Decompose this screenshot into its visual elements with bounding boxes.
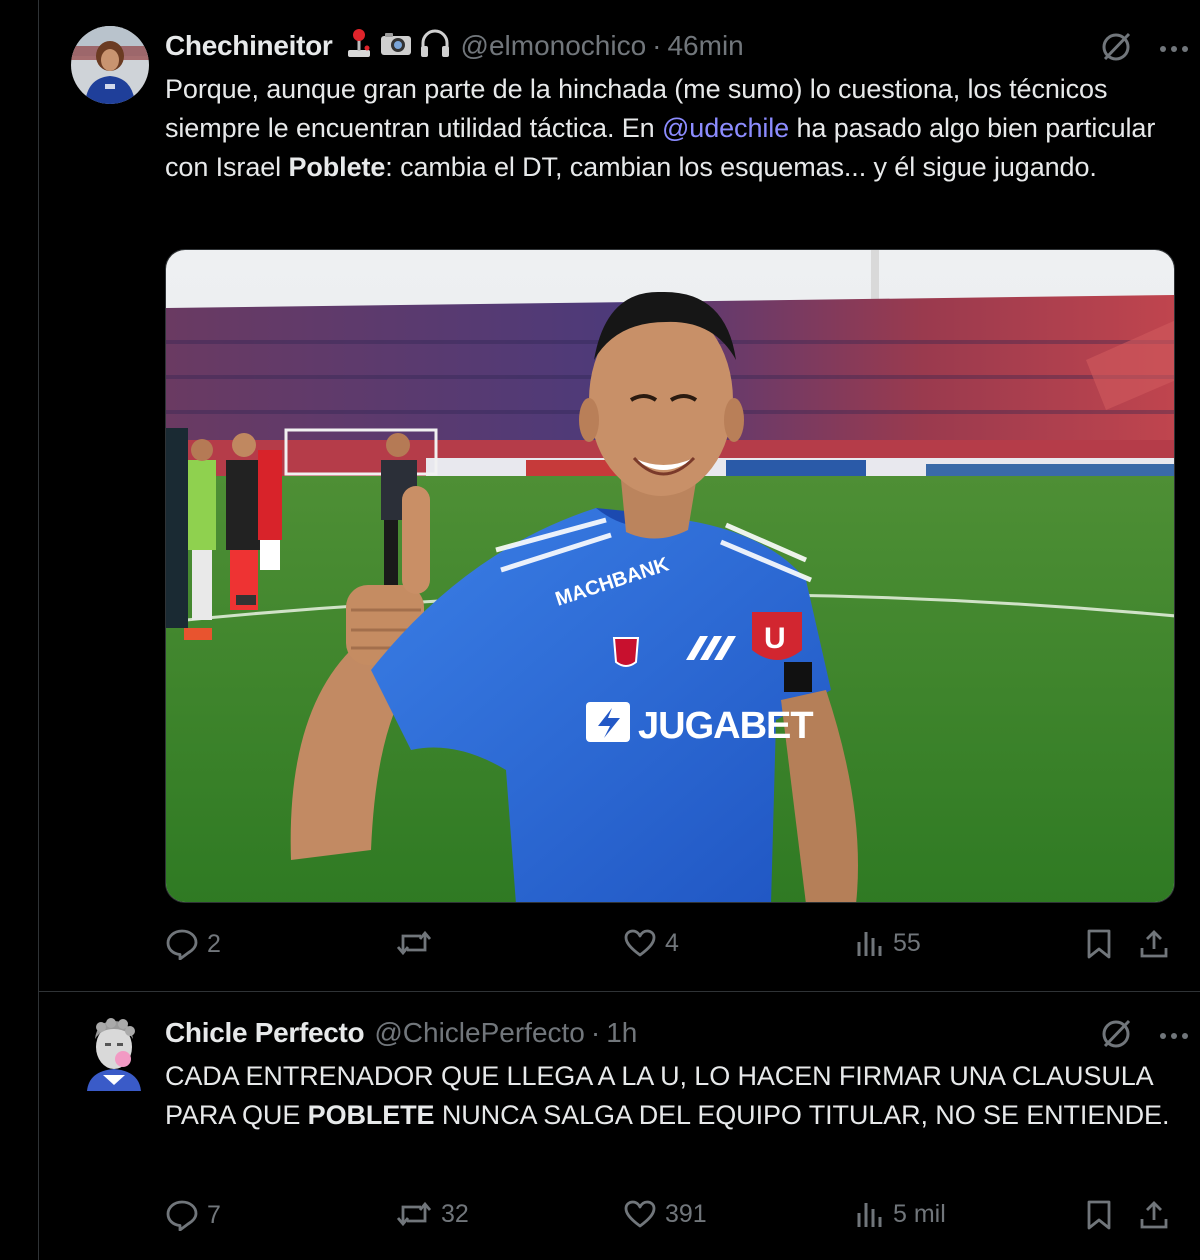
like-button[interactable]: 391 — [623, 1199, 707, 1229]
tweet-top-actions — [1099, 1017, 1189, 1056]
reply-count: 7 — [207, 1200, 221, 1229]
share-button[interactable] — [1139, 928, 1169, 960]
share-icon — [1139, 1199, 1169, 1231]
tweet-text: CADA ENTRENADOR QUE LLEGA A LA U, LO HAC… — [165, 1057, 1185, 1135]
reply-icon — [165, 928, 199, 960]
share-button[interactable] — [1139, 1199, 1169, 1231]
like-count: 391 — [665, 1199, 707, 1228]
heart-icon — [623, 928, 657, 958]
tweet[interactable]: Chicle Perfecto @ChiclePerfecto · 1h CAD… — [39, 993, 1200, 1260]
camera-icon — [379, 29, 413, 64]
more-options-icon[interactable] — [1159, 41, 1189, 59]
share-icon — [1139, 928, 1169, 960]
user-handle[interactable]: @elmonochico — [461, 30, 647, 62]
text-part: : cambia el DT, cambian los esquemas... … — [385, 152, 1097, 182]
repost-button[interactable]: 32 — [395, 1199, 469, 1229]
timestamp[interactable]: 1h — [606, 1017, 637, 1049]
like-count: 4 — [665, 928, 679, 957]
tweet-actions: 7 32 391 5 mil — [165, 1199, 1185, 1239]
timeline: Chechineitor @elmonochico · 46min Porque… — [38, 0, 1200, 1260]
bookmark-icon — [1085, 928, 1113, 960]
tweet-header: Chechineitor @elmonochico · 46min — [165, 28, 744, 64]
repost-count: 32 — [441, 1199, 469, 1228]
analytics-icon — [855, 928, 885, 958]
name-emojis — [345, 28, 451, 65]
repost-icon — [395, 928, 433, 958]
bookmark-button[interactable] — [1085, 1199, 1113, 1231]
views-count: 5 mil — [893, 1199, 946, 1228]
avatar[interactable] — [71, 26, 149, 104]
bold-keyword: Poblete — [288, 152, 386, 182]
reply-icon — [165, 1199, 199, 1231]
user-handle[interactable]: @ChiclePerfecto — [374, 1017, 585, 1049]
crest-letter: U — [764, 622, 786, 655]
reply-button[interactable]: 2 — [165, 928, 221, 960]
repost-button[interactable] — [395, 928, 441, 958]
joystick-icon — [345, 28, 373, 65]
headphones-icon — [419, 28, 451, 65]
text-part: NUNCA SALGA DEL EQUIPO TITULAR, NO SE EN… — [434, 1100, 1170, 1130]
heart-icon — [623, 1199, 657, 1229]
repost-icon — [395, 1199, 433, 1229]
grok-icon[interactable] — [1099, 1017, 1133, 1056]
timestamp[interactable]: 46min — [667, 30, 743, 62]
tweet-photo[interactable]: MACHBANK U JUGABET — [165, 249, 1175, 903]
tweet-text: Porque, aunque gran parte de la hinchada… — [165, 70, 1185, 187]
display-name[interactable]: Chechineitor — [165, 30, 333, 62]
tweet[interactable]: Chechineitor @elmonochico · 46min Porque… — [39, 0, 1200, 992]
bold-keyword: POBLETE — [307, 1100, 435, 1130]
views-count: 55 — [893, 928, 921, 957]
mention-link[interactable]: @udechile — [662, 113, 789, 143]
bookmark-icon — [1085, 1199, 1113, 1231]
like-button[interactable]: 4 — [623, 928, 679, 958]
sponsor-front-label: JUGABET — [638, 705, 813, 747]
grok-icon[interactable] — [1099, 30, 1133, 69]
separator-dot: · — [652, 30, 662, 61]
reply-button[interactable]: 7 — [165, 1199, 221, 1231]
tweet-top-actions — [1099, 30, 1189, 69]
tweet-actions: 2 4 55 — [165, 928, 1185, 968]
more-options-icon[interactable] — [1159, 1028, 1189, 1046]
separator-dot: · — [590, 1017, 601, 1048]
tweet-header: Chicle Perfecto @ChiclePerfecto · 1h — [165, 1015, 637, 1051]
analytics-icon — [855, 1199, 885, 1229]
player-photo: MACHBANK U JUGABET — [166, 250, 1174, 902]
display-name[interactable]: Chicle Perfecto — [165, 1017, 365, 1049]
reply-count: 2 — [207, 929, 221, 958]
views-button[interactable]: 55 — [855, 928, 921, 958]
bookmark-button[interactable] — [1085, 928, 1113, 960]
avatar[interactable] — [81, 1013, 147, 1091]
views-button[interactable]: 5 mil — [855, 1199, 946, 1229]
